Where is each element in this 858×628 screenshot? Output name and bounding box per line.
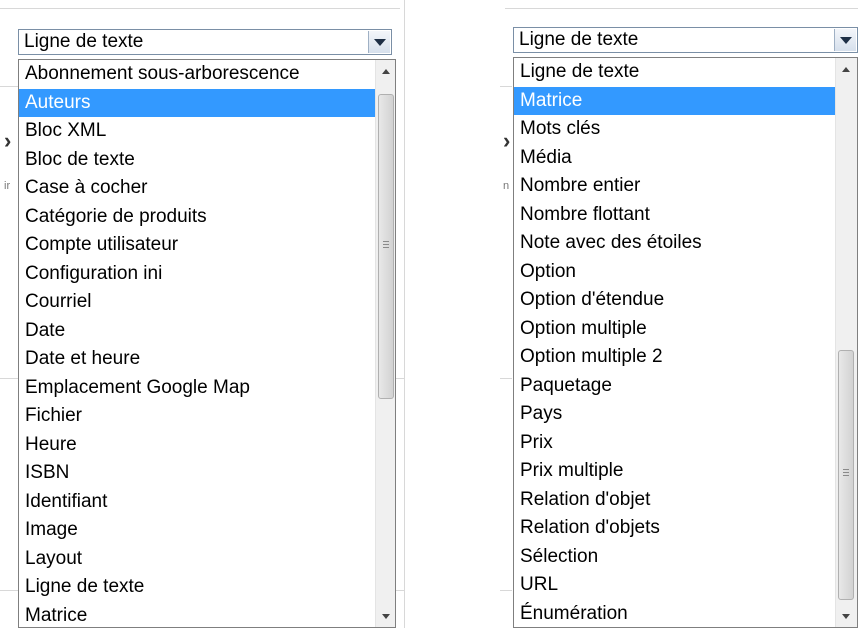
option-item[interactable]: Pays [514, 400, 835, 429]
vertical-scrollbar[interactable] [835, 58, 857, 627]
option-item[interactable]: Média [514, 144, 835, 173]
option-item[interactable]: Sélection [514, 543, 835, 572]
background-glyph: › [503, 128, 511, 153]
option-item[interactable]: Heure [19, 431, 375, 460]
option-item[interactable]: Note avec des étoiles [514, 229, 835, 258]
options-list-right[interactable]: Ligne de texte Matrice Mots clés Média Nombr… [513, 57, 858, 628]
option-item[interactable]: Relation d'objet [514, 486, 835, 515]
option-item[interactable]: Abonnement sous-arborescence [19, 60, 375, 89]
background-divider [500, 86, 512, 87]
option-item[interactable]: Mots clés [514, 115, 835, 144]
option-item[interactable]: Auteurs [19, 88, 375, 117]
option-item[interactable]: Bloc XML [19, 117, 375, 146]
option-item[interactable]: Option [514, 258, 835, 287]
scroll-down-button[interactable] [376, 607, 395, 625]
scroll-down-button[interactable] [836, 607, 855, 625]
option-item[interactable]: Bloc de texte [19, 146, 375, 175]
option-item[interactable]: Option multiple [514, 315, 835, 344]
triangle-up-icon [841, 66, 850, 72]
background-divider [404, 0, 405, 628]
option-item[interactable]: Layout [19, 545, 375, 574]
grip-line [383, 244, 389, 245]
options-list-items: Ligne de texte Matrice Mots clés Média Nombr… [514, 58, 835, 627]
option-item[interactable]: Catégorie de produits [19, 203, 375, 232]
scroll-up-button[interactable] [376, 62, 395, 80]
selected-value: Ligne de texte [24, 31, 144, 52]
option-item[interactable]: URL [514, 571, 835, 600]
background-divider [500, 378, 512, 379]
scrollbar-thumb[interactable] [378, 94, 394, 399]
grip-line [843, 469, 849, 470]
option-item[interactable]: Compte utilisateur [19, 231, 375, 260]
options-list-left[interactable]: Abonnement sous-arborescence Auteurs Bloc … [18, 59, 396, 628]
option-item[interactable]: Option d'étendue [514, 286, 835, 315]
option-item[interactable]: Emplacement Google Map [19, 374, 375, 403]
background-divider [505, 8, 858, 9]
grip-line [383, 247, 389, 248]
option-item[interactable]: Case à cocher [19, 174, 375, 203]
background-text: ir [4, 180, 11, 192]
grip-line [383, 241, 389, 242]
background-divider [500, 590, 512, 591]
grip-line [843, 472, 849, 473]
background-text: n [503, 180, 510, 192]
options-list-items: Abonnement sous-arborescence Auteurs Bloc … [19, 60, 375, 627]
option-item[interactable]: ISBN [19, 459, 375, 488]
option-item[interactable]: Matrice [19, 602, 375, 628]
option-item[interactable]: Fichier [19, 402, 375, 431]
option-item[interactable]: Nombre entier [514, 172, 835, 201]
option-item[interactable]: Date et heure [19, 345, 375, 374]
option-item[interactable]: Identifiant [19, 488, 375, 517]
background-divider [0, 8, 400, 9]
background-divider [0, 378, 18, 379]
option-item[interactable]: Ligne de texte [514, 58, 835, 87]
scroll-up-button[interactable] [836, 60, 855, 78]
dropdown-toggle-button[interactable] [368, 31, 390, 53]
triangle-down-icon [841, 613, 850, 619]
vertical-scrollbar[interactable] [375, 60, 395, 627]
option-item[interactable]: Ligne de texte [19, 573, 375, 602]
option-item[interactable]: Matrice [514, 86, 835, 115]
background-glyph: › [4, 128, 12, 153]
option-item[interactable]: Prix multiple [514, 457, 835, 486]
option-item[interactable]: Prix [514, 429, 835, 458]
field-type-select-left[interactable]: Ligne de texte [18, 29, 392, 55]
field-type-select-right[interactable]: Ligne de texte [513, 27, 858, 53]
selected-value: Ligne de texte [519, 29, 639, 50]
option-item[interactable]: Énumération [514, 600, 835, 628]
dropdown-toggle-button[interactable] [834, 29, 856, 51]
background-divider [0, 590, 18, 591]
option-item[interactable]: Image [19, 516, 375, 545]
option-item[interactable]: Date [19, 317, 375, 346]
chevron-down-icon [373, 38, 386, 46]
option-item[interactable]: Paquetage [514, 372, 835, 401]
option-item[interactable]: Nombre flottant [514, 201, 835, 230]
scrollbar-thumb[interactable] [838, 350, 854, 600]
triangle-up-icon [381, 68, 390, 74]
option-item[interactable]: Courriel [19, 288, 375, 317]
option-item[interactable]: Option multiple 2 [514, 343, 835, 372]
chevron-down-icon [839, 36, 852, 44]
triangle-down-icon [381, 613, 390, 619]
option-item[interactable]: Configuration ini [19, 260, 375, 289]
grip-line [843, 475, 849, 476]
background-divider [0, 86, 18, 87]
option-item[interactable]: Relation d'objets [514, 514, 835, 543]
